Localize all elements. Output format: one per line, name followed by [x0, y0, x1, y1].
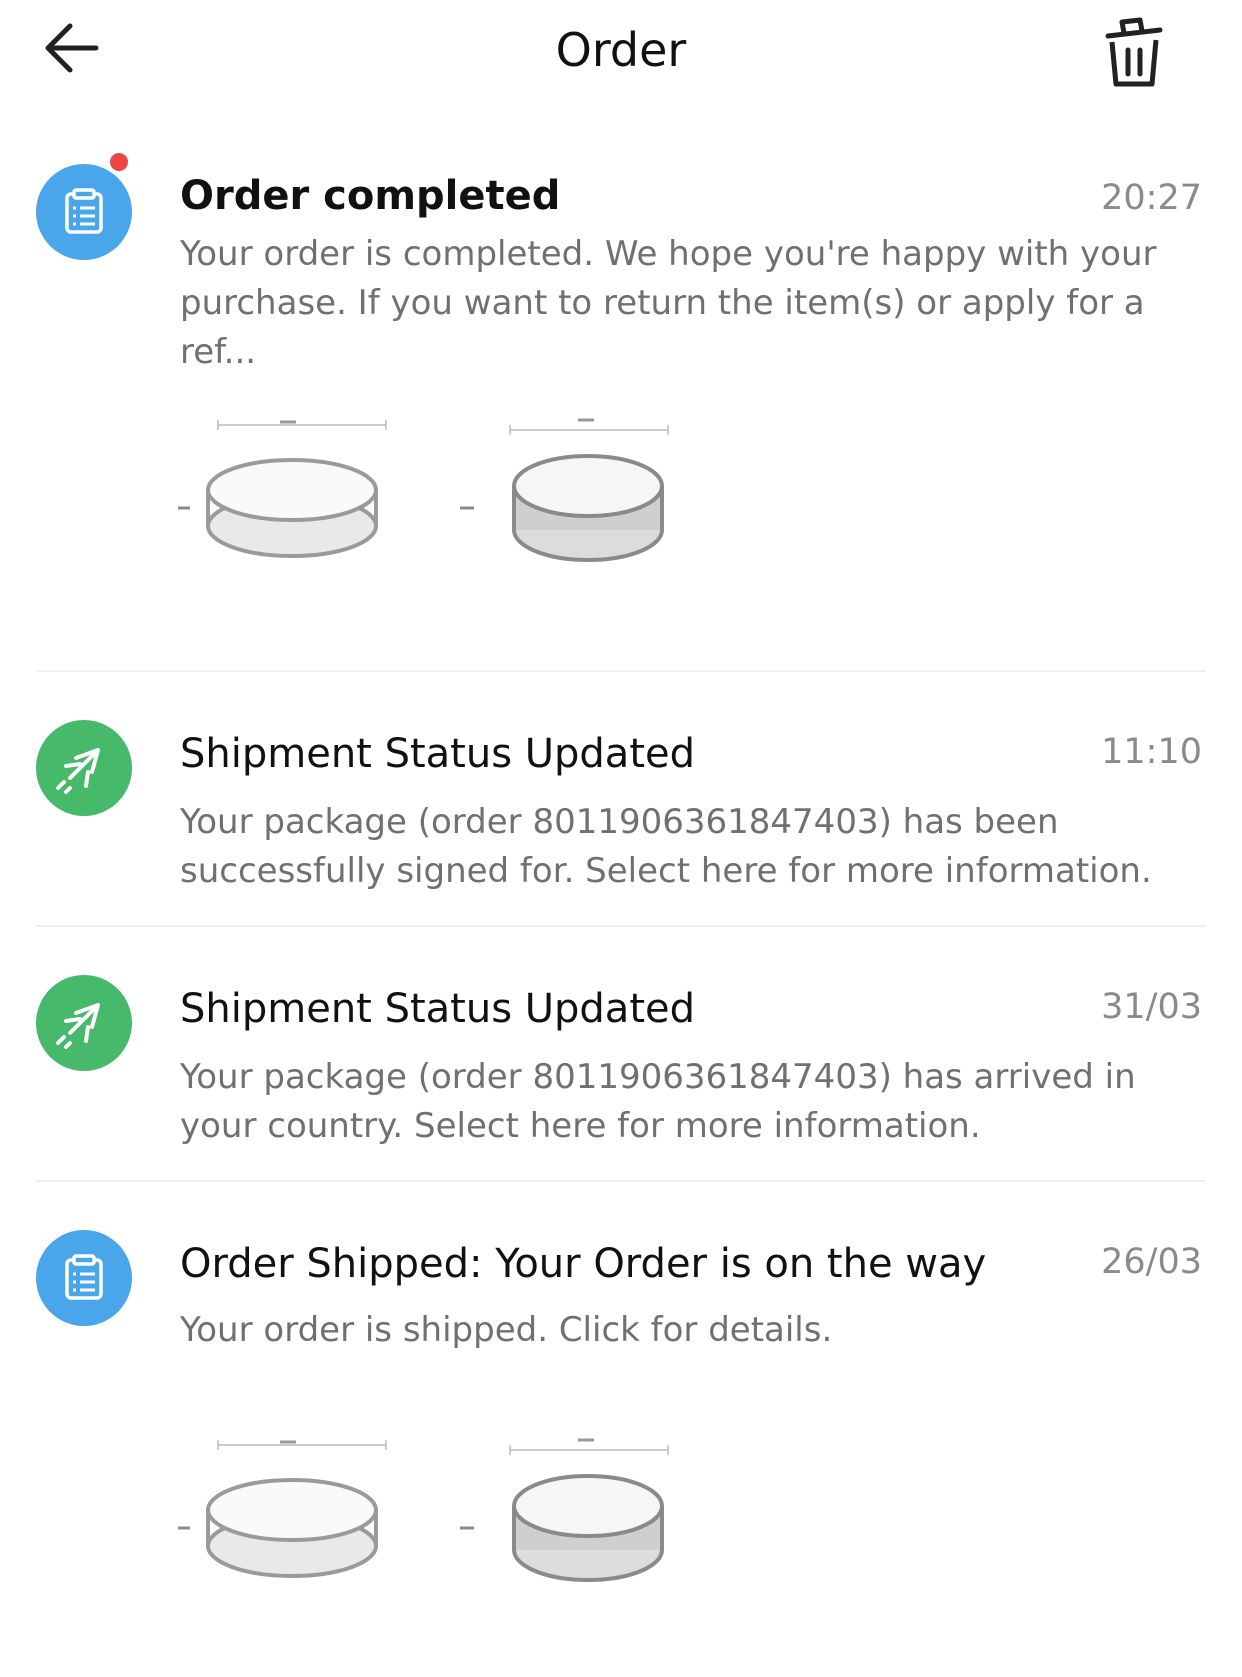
top-bar: Order	[0, 0, 1242, 110]
message-order-completed[interactable]: Order completed 20:27 Your order is comp…	[0, 150, 1242, 670]
ring-mold-image	[460, 418, 669, 562]
message-title: Shipment Status Updated	[180, 731, 695, 777]
product-thumbnail[interactable]	[178, 1400, 408, 1630]
message-shipment-arrived[interactable]: Shipment Status Updated 31/03 Your packa…	[0, 965, 1242, 1175]
message-body: Your package (order 8011906361847403) ha…	[180, 1057, 1136, 1146]
message-body: Your order is shipped. Click for details…	[180, 1310, 833, 1350]
ring-mold-image	[178, 420, 387, 558]
message-time: 26/03	[1101, 1242, 1202, 1282]
ring-mold-image	[460, 1438, 669, 1582]
ring-mold-image	[178, 1440, 387, 1578]
divider	[36, 670, 1206, 672]
shipment-avatar	[36, 975, 132, 1071]
message-body: Your order is completed. We hope you're …	[180, 234, 1157, 372]
order-avatar	[36, 1230, 132, 1326]
message-title: Order Shipped: Your Order is on the way	[180, 1241, 987, 1287]
trash-icon	[1105, 17, 1163, 87]
message-title: Shipment Status Updated	[180, 986, 695, 1032]
product-thumbnail[interactable]	[448, 1400, 688, 1630]
message-time: 11:10	[1101, 732, 1202, 772]
message-time: 20:27	[1101, 178, 1202, 218]
divider	[36, 925, 1206, 927]
message-title: Order completed	[180, 173, 561, 219]
order-avatar	[36, 164, 132, 260]
divider	[36, 1180, 1206, 1182]
delete-button[interactable]	[1096, 14, 1170, 94]
shipment-avatar	[36, 720, 132, 816]
unread-dot	[108, 151, 130, 173]
product-thumbnail[interactable]	[448, 380, 688, 610]
page-title: Order	[555, 23, 687, 77]
airplane-icon	[56, 748, 100, 794]
clipboard-icon	[65, 188, 103, 234]
message-order-shipped[interactable]: Order Shipped: Your Order is on the way …	[0, 1220, 1242, 1677]
product-thumbnail[interactable]	[178, 380, 408, 610]
clipboard-icon	[65, 1254, 103, 1300]
message-time: 31/03	[1101, 987, 1202, 1027]
airplane-icon	[56, 1003, 100, 1049]
message-body: Your package (order 8011906361847403) ha…	[180, 802, 1152, 891]
message-shipment-signed[interactable]: Shipment Status Updated 11:10 Your packa…	[0, 710, 1242, 920]
